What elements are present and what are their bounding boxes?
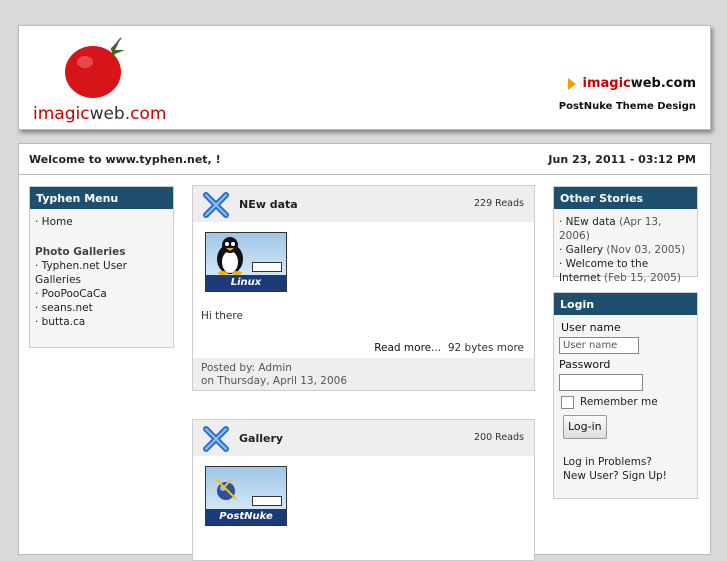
tux-penguin-icon xyxy=(217,237,243,275)
username-input[interactable]: User name xyxy=(559,337,639,354)
remember-me-label: Remember me xyxy=(580,396,658,408)
bytes-more: 92 bytes more xyxy=(447,342,524,354)
menu-title: Typhen Menu xyxy=(30,187,173,209)
topic-postnuke-image[interactable]: PostNuke xyxy=(205,466,287,526)
story-item: · Welcome to the Internet (Feb 15, 2005) xyxy=(559,257,692,285)
topic-label: PostNuke xyxy=(206,509,286,525)
password-input[interactable] xyxy=(559,374,643,391)
cross-x-icon xyxy=(203,192,229,218)
article-reads: 229 Reads xyxy=(474,198,524,209)
article-footer: Posted by: Admin on Thursday, April 13, … xyxy=(193,358,534,390)
menu-item-home[interactable]: · Home xyxy=(35,215,168,229)
article-title[interactable]: NEw data xyxy=(239,198,298,211)
menu-group-photo-galleries: Photo Galleries xyxy=(35,246,126,258)
article-reads: 200 Reads xyxy=(474,432,524,443)
menu-item-user-galleries[interactable]: · Typhen.net User Galleries xyxy=(35,259,168,287)
article-title[interactable]: Gallery xyxy=(239,432,283,445)
postnuke-globe-icon xyxy=(215,478,237,500)
typhen-menu-box: Typhen Menu · Home Photo Galleries · Typ… xyxy=(29,186,174,348)
menu-item-seans[interactable]: · seans.net xyxy=(35,301,168,315)
story-item: · NEw data (Apr 13, 2006) xyxy=(559,215,692,243)
story-link[interactable]: · NEw data xyxy=(559,216,616,228)
article-header: Gallery 200 Reads xyxy=(193,420,534,456)
header-banner: imagicweb.com imagicweb.com PostNuke The… xyxy=(18,25,711,130)
media-buttons-icon xyxy=(252,262,282,272)
current-date: Jun 23, 2011 - 03:12 PM xyxy=(548,153,696,166)
login-button[interactable]: Log-in xyxy=(563,415,607,439)
story-date: (Nov 03, 2005) xyxy=(606,244,686,256)
login-problems-link[interactable]: Log in Problems? xyxy=(563,455,694,469)
welcome-message: Welcome to www.typhen.net, ! xyxy=(29,153,221,166)
tomato-logo-icon xyxy=(65,37,125,98)
read-more: Read more... 92 bytes more xyxy=(374,342,524,354)
menu-item-butta[interactable]: · butta.ca xyxy=(35,315,168,329)
topic-label: Linux xyxy=(206,275,286,291)
login-box: Login User name User name Password Remem… xyxy=(553,292,698,499)
brand-link[interactable]: imagicweb.com xyxy=(568,76,696,91)
tagline: PostNuke Theme Design xyxy=(558,101,696,112)
remember-me-checkbox[interactable] xyxy=(561,395,574,409)
password-label: Password xyxy=(559,358,611,371)
main-content: Welcome to www.typhen.net, ! Jun 23, 201… xyxy=(18,143,711,561)
other-stories-box: Other Stories · NEw data (Apr 13, 2006) … xyxy=(553,186,698,284)
article-header: NEw data 229 Reads xyxy=(193,186,534,222)
signup-link[interactable]: New User? Sign Up! xyxy=(563,469,694,483)
remember-me-row: Remember me xyxy=(557,395,694,409)
welcome-bar: Welcome to www.typhen.net, ! Jun 23, 201… xyxy=(19,144,710,175)
cross-x-icon xyxy=(203,426,229,452)
read-more-link[interactable]: Read more... xyxy=(374,342,441,354)
login-title: Login xyxy=(554,293,697,315)
media-buttons-icon xyxy=(252,496,282,506)
article-newdata: NEw data 229 Reads Linux Hi there Read m… xyxy=(192,185,535,391)
menu-item-poopoocaca[interactable]: · PooPooCaCa xyxy=(35,287,168,301)
posted-by: Posted by: Admin xyxy=(201,362,292,374)
story-date: (Feb 15, 2005) xyxy=(604,272,681,284)
other-stories-title: Other Stories xyxy=(554,187,697,209)
story-link[interactable]: · Gallery xyxy=(559,244,603,256)
article-text: Hi there xyxy=(201,310,243,322)
username-label: User name xyxy=(561,321,621,334)
arrow-right-icon xyxy=(568,77,577,90)
story-item: · Gallery (Nov 03, 2005) xyxy=(559,243,692,257)
article-gallery: Gallery 200 Reads PostNuke xyxy=(192,419,535,561)
topic-linux-image[interactable]: Linux xyxy=(205,232,287,292)
site-logo-text[interactable]: imagicweb.com xyxy=(33,104,166,124)
posted-on: on Thursday, April 13, 2006 xyxy=(201,375,348,387)
